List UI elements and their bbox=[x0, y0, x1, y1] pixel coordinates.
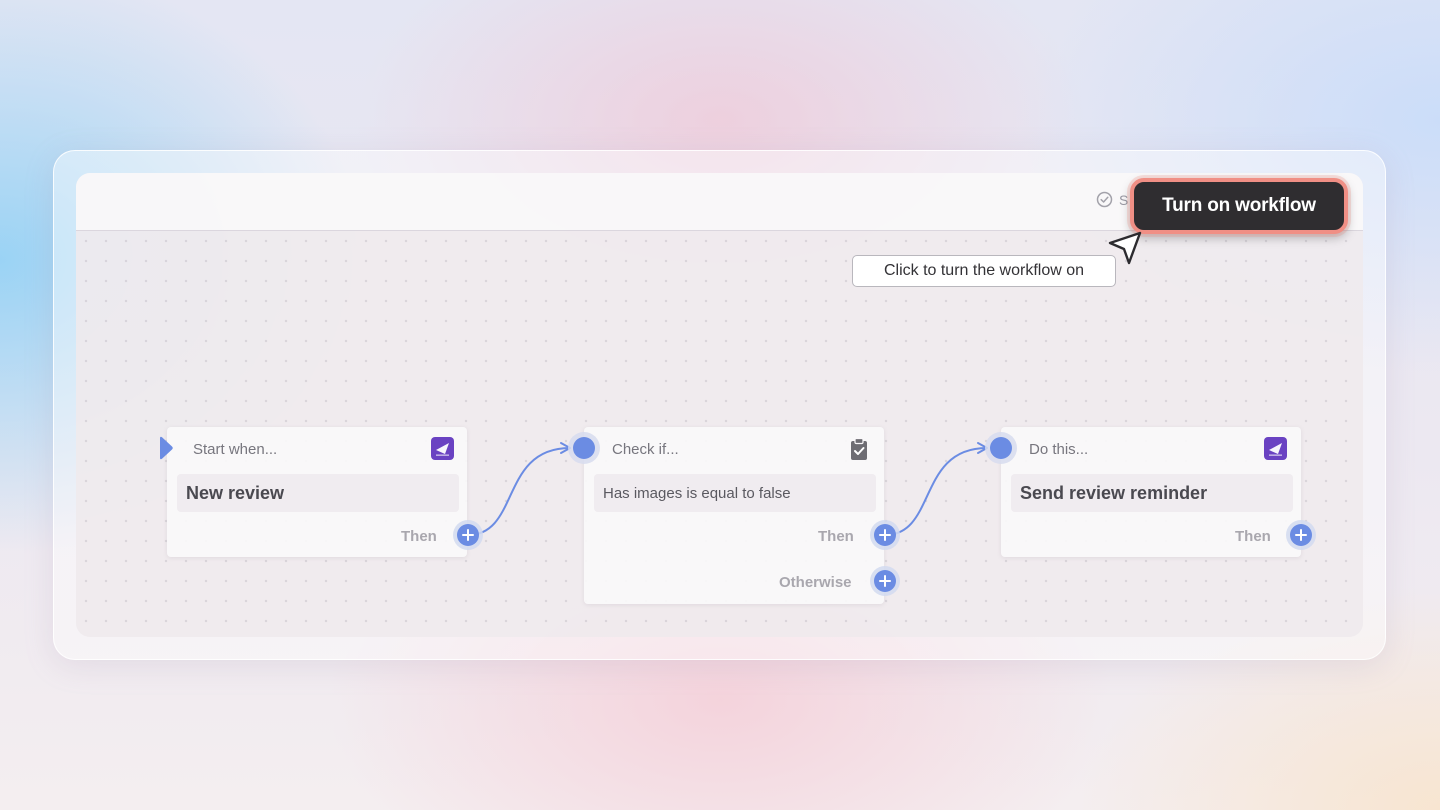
cursor-arrow-icon bbox=[1108, 231, 1142, 265]
add-step-otherwise-button[interactable] bbox=[874, 570, 896, 592]
node-input-dot bbox=[573, 437, 595, 459]
check-circle-icon bbox=[1096, 191, 1113, 208]
app-logo-icon bbox=[1264, 437, 1287, 460]
tooltip: Click to turn the workflow on bbox=[852, 255, 1116, 287]
node-header: Do this... bbox=[1029, 441, 1089, 458]
node-header: Check if... bbox=[612, 441, 679, 458]
add-step-button[interactable] bbox=[457, 524, 479, 546]
trigger-start-marker bbox=[160, 436, 173, 460]
save-status-text: S bbox=[1119, 191, 1129, 208]
node-header: Start when... bbox=[193, 441, 278, 458]
node-input-dot bbox=[990, 437, 1012, 459]
then-label: Then bbox=[401, 528, 437, 545]
clipboard-check-icon bbox=[851, 437, 867, 460]
action-node[interactable]: Do this... Send review reminder Then bbox=[1001, 427, 1301, 557]
trigger-node[interactable]: Start when... New review Then bbox=[167, 427, 467, 557]
condition-node[interactable]: Check if... Has images is equal to false… bbox=[584, 427, 884, 604]
node-body[interactable]: New review bbox=[177, 474, 459, 512]
otherwise-label: Otherwise bbox=[779, 574, 852, 591]
save-status: S bbox=[1096, 191, 1128, 208]
app-logo-icon bbox=[431, 437, 454, 460]
then-label: Then bbox=[1235, 528, 1271, 545]
add-step-then-button[interactable] bbox=[874, 524, 896, 546]
node-body[interactable]: Send review reminder bbox=[1011, 474, 1293, 512]
turn-on-workflow-button[interactable]: Turn on workflow bbox=[1130, 178, 1348, 234]
node-body[interactable]: Has images is equal to false bbox=[594, 474, 876, 512]
then-label: Then bbox=[818, 528, 854, 545]
add-step-button[interactable] bbox=[1290, 524, 1312, 546]
